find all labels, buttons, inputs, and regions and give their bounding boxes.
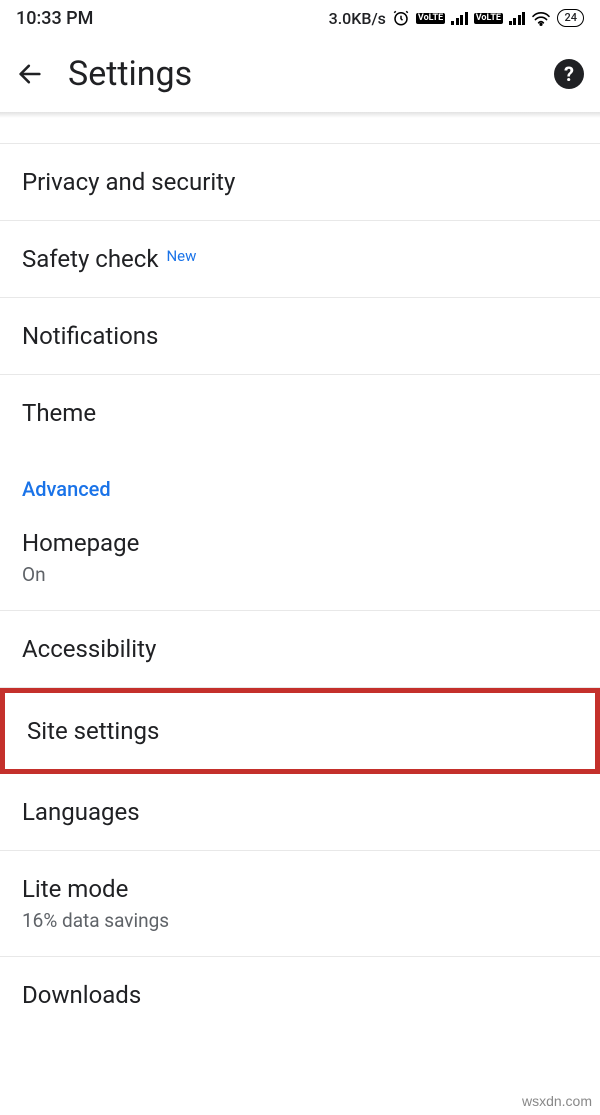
row-notifications[interactable]: Notifications: [0, 298, 600, 375]
status-bar: 10:33 PM 3.0KB/s VoLTE VoLTE 24: [0, 0, 600, 36]
row-accessibility[interactable]: Accessibility: [0, 611, 600, 688]
row-safety-check[interactable]: Safety check New: [0, 221, 600, 298]
new-badge: New: [166, 247, 196, 265]
settings-list: Privacy and security Safety check New No…: [0, 144, 600, 1033]
row-lite-mode[interactable]: Lite mode 16% data savings: [0, 851, 600, 957]
row-label: Accessibility: [22, 635, 156, 663]
row-homepage[interactable]: Homepage On: [0, 505, 600, 611]
row-languages[interactable]: Languages: [0, 774, 600, 851]
alarm-icon: [392, 9, 410, 27]
volte-badge-2: VoLTE: [474, 13, 503, 24]
network-speed: 3.0KB/s: [329, 9, 386, 28]
row-subtext: On: [22, 563, 578, 586]
row-downloads[interactable]: Downloads: [0, 957, 600, 1033]
row-label: Lite mode: [22, 875, 128, 903]
status-time: 10:33 PM: [16, 8, 93, 29]
page-title: Settings: [68, 54, 192, 94]
row-label: Theme: [22, 399, 96, 427]
battery-icon: 24: [557, 9, 584, 27]
signal-icon-1: [451, 11, 468, 25]
status-indicators: 3.0KB/s VoLTE VoLTE 24: [329, 9, 584, 28]
row-label: Privacy and security: [22, 168, 235, 196]
app-bar: Settings ?: [0, 36, 600, 112]
row-privacy-security[interactable]: Privacy and security: [0, 144, 600, 221]
help-icon[interactable]: ?: [554, 59, 584, 89]
row-site-settings[interactable]: Site settings: [0, 688, 600, 774]
row-label: Notifications: [22, 322, 158, 350]
wifi-icon: [531, 10, 551, 26]
watermark: wsxdn.com: [522, 1093, 592, 1109]
row-label: Homepage: [22, 529, 139, 557]
row-label: Site settings: [27, 717, 159, 745]
volte-badge-1: VoLTE: [416, 13, 445, 24]
row-label: Safety check: [22, 245, 159, 273]
row-subtext: 16% data savings: [22, 909, 578, 932]
back-icon[interactable]: [16, 60, 44, 88]
list-top-gap: [0, 118, 600, 144]
section-header-advanced: Advanced: [0, 451, 600, 505]
row-label: Downloads: [22, 981, 141, 1009]
row-theme[interactable]: Theme: [0, 375, 600, 451]
row-label: Languages: [22, 798, 140, 826]
signal-icon-2: [509, 11, 526, 25]
